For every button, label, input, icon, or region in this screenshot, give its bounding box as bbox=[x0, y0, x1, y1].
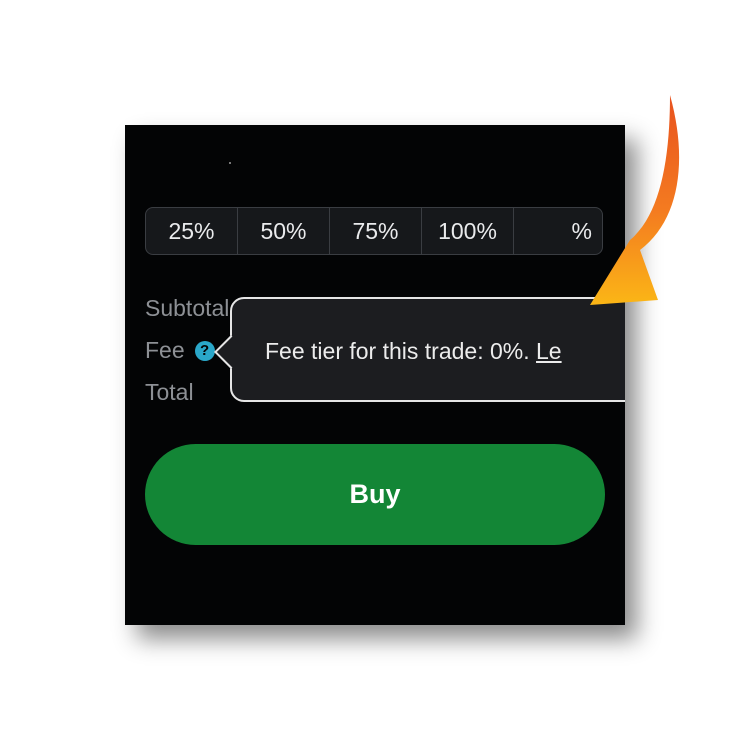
buy-button[interactable]: Buy bbox=[145, 444, 605, 545]
tooltip-text: Fee tier for this trade: 0%. Le bbox=[265, 338, 562, 365]
percent-button-75[interactable]: 75% bbox=[330, 208, 422, 254]
percent-button-100[interactable]: 100% bbox=[422, 208, 514, 254]
tooltip-message: Fee tier for this trade: 0%. bbox=[265, 338, 530, 364]
learn-more-link[interactable]: Le bbox=[536, 338, 562, 364]
percent-button-50[interactable]: 50% bbox=[238, 208, 330, 254]
question-circle-icon[interactable]: ? bbox=[194, 340, 215, 361]
fee-row: Fee ? bbox=[145, 337, 215, 364]
fee-tooltip: Fee tier for this trade: 0%. Le bbox=[214, 297, 625, 402]
tooltip-pointer bbox=[214, 335, 248, 369]
screenshot-stage: 25% 50% 75% 100% % Subtotal Fee ? Total … bbox=[0, 0, 750, 750]
percent-button-25[interactable]: 25% bbox=[146, 208, 238, 254]
percent-selector: 25% 50% 75% 100% % bbox=[145, 207, 603, 255]
fee-label: Fee bbox=[145, 337, 185, 363]
curved-arrow-icon bbox=[590, 95, 680, 305]
decorative-speck bbox=[229, 162, 231, 164]
total-label: Total bbox=[145, 379, 194, 405]
subtotal-label: Subtotal bbox=[145, 295, 230, 321]
trade-panel: 25% 50% 75% 100% % Subtotal Fee ? Total … bbox=[125, 125, 625, 625]
